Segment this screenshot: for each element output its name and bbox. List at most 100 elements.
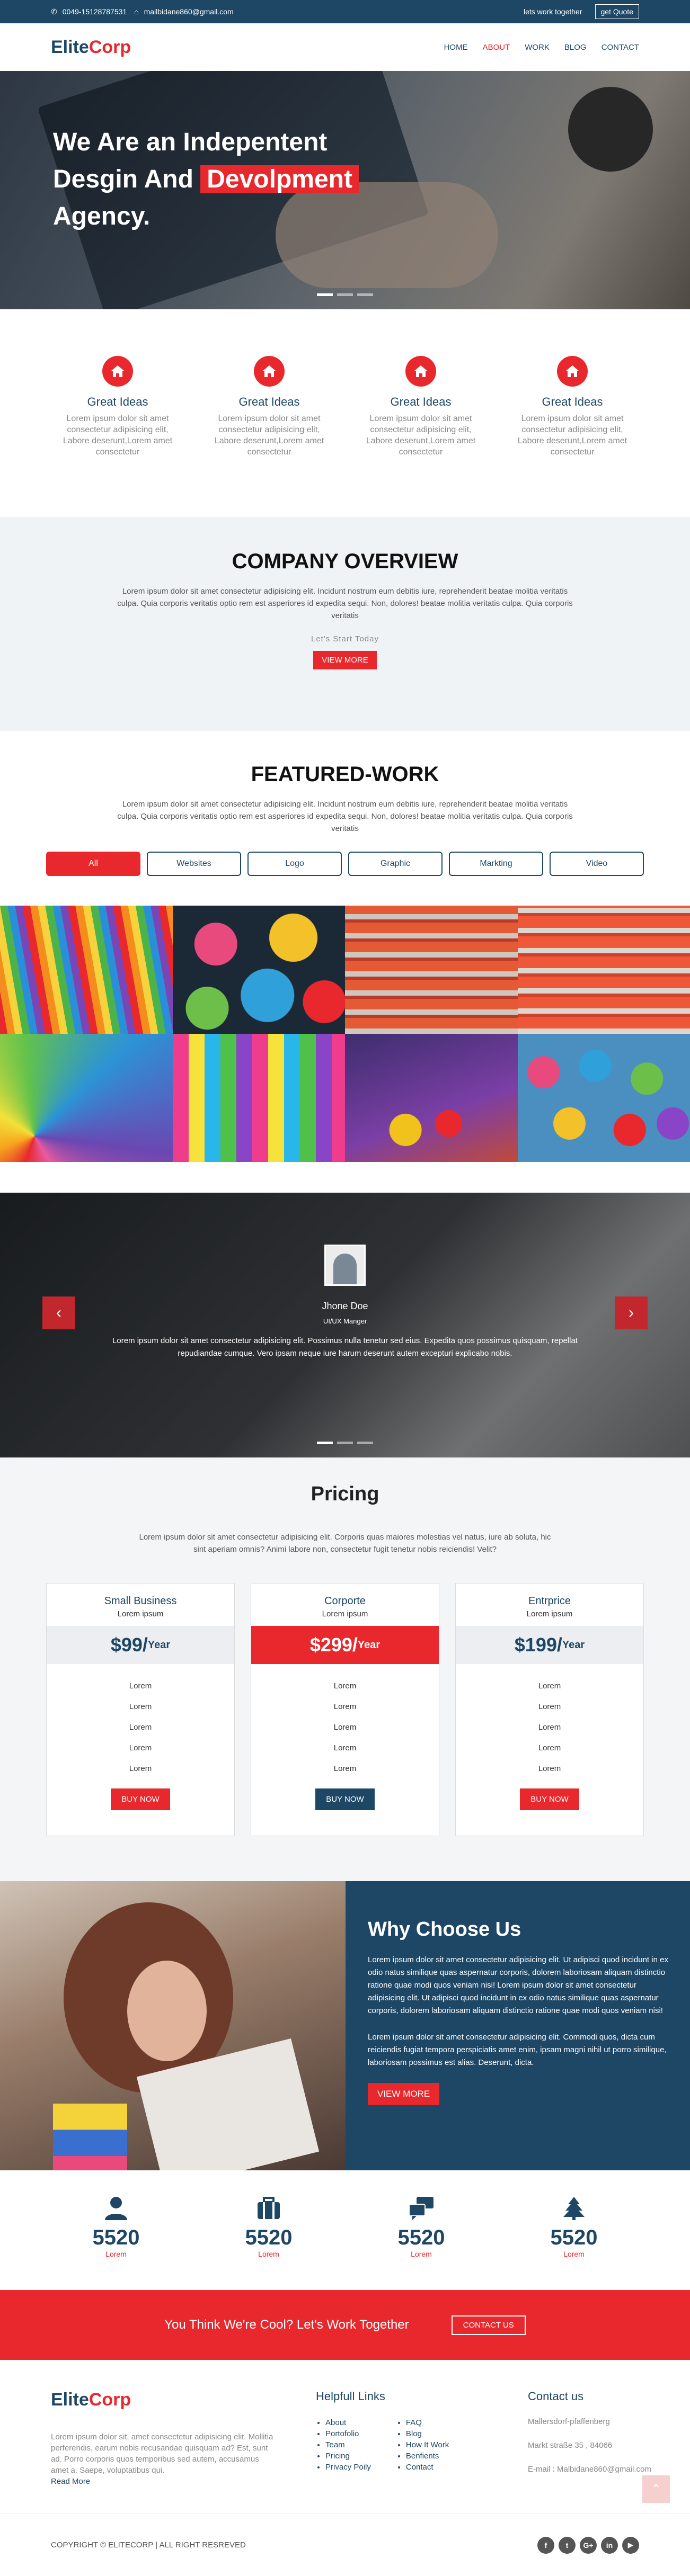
buy-now-button[interactable]: BUY NOW [111, 1788, 170, 1810]
google-plus-icon[interactable]: G+ [580, 2537, 597, 2554]
overview-text: Lorem ipsum dolor sit amet consectetur a… [117, 585, 573, 622]
footer: EliteCorp Lorem ipsum dolor sit, amet co… [0, 2360, 690, 2514]
footer-link[interactable]: About [325, 2417, 371, 2428]
gallery-item[interactable] [0, 1034, 173, 1162]
get-quote-button[interactable]: get Quote [595, 4, 640, 19]
featured-work-section: FEATURED-WORK Lorem ipsum dolor sit amet… [0, 731, 690, 906]
work-together-link[interactable]: lets work together [524, 7, 582, 16]
back-to-top-button[interactable]: ⌃ [642, 2475, 670, 2503]
footer-link[interactable]: Contact [406, 2462, 449, 2473]
gallery-item[interactable] [345, 1034, 518, 1162]
copyright-bar: COPYRIGHT © ELITECORP | ALL RIGHT RESREV… [0, 2514, 690, 2576]
social-links: f t G+ in ▶ [537, 2537, 639, 2554]
pricing-text: Lorem ipsum dolor sit amet consectetur a… [138, 1531, 552, 1555]
youtube-icon[interactable]: ▶ [622, 2537, 639, 2554]
main-nav: EliteCorp HOME ABOUT WORK BLOG CONTACT [0, 23, 690, 71]
filter-websites[interactable]: Websites [147, 852, 241, 876]
footer-address: Mallersdorf-pfaffenberg [528, 2417, 651, 2426]
feature-card: Great IdeasLorem ipsum dolor sit amet co… [514, 356, 631, 517]
footer-link[interactable]: Team [325, 2439, 371, 2450]
gallery-item[interactable] [0, 906, 173, 1034]
features-section: Great IdeasLorem ipsum dolor sit amet co… [0, 309, 690, 517]
buy-now-button[interactable]: BUY NOW [520, 1788, 579, 1810]
footer-link[interactable]: Benfients [406, 2450, 449, 2462]
footer-link[interactable]: Portofolio [325, 2428, 371, 2439]
nav-home[interactable]: HOME [444, 43, 468, 52]
twitter-icon[interactable]: t [559, 2537, 576, 2554]
contact-us-button[interactable]: CONTACT US [452, 2315, 526, 2335]
avatar [324, 1245, 366, 1286]
footer-email[interactable]: E-mail : Malbidane860@gmail.com [528, 2465, 651, 2474]
footer-link[interactable]: Privacy Poily [325, 2462, 371, 2473]
gallery-item[interactable] [173, 1034, 346, 1162]
feature-card: Great IdeasLorem ipsum dolor sit amet co… [362, 356, 480, 517]
logo[interactable]: EliteCorp [51, 37, 131, 58]
nav-blog[interactable]: BLOG [564, 43, 587, 52]
company-overview-section: COMPANY OVERVIEW Lorem ipsum dolor sit a… [0, 517, 690, 731]
stats-counters: 5520Lorem 5520Lorem 5520Lorem 5520Lorem [0, 2170, 690, 2290]
pricing-plan-enterprise: Entrprice Lorem ipsum $199/Year LoremLor… [455, 1583, 644, 1836]
section-title: Pricing [0, 1483, 690, 1506]
hero-headline: We Are an Indepentent Desgin And Devolpm… [53, 124, 359, 235]
footer-about: Lorem ipsum dolor sit, amet consectetur … [51, 2431, 279, 2487]
stat-counter: 5520Lorem [532, 2196, 616, 2290]
plan-price: $99/Year [47, 1626, 234, 1664]
filter-marketing[interactable]: Markting [449, 852, 543, 876]
slider-dot[interactable] [357, 293, 373, 296]
footer-link[interactable]: Pricing [325, 2450, 371, 2462]
artist-image [0, 1881, 346, 2170]
stat-counter: 5520Lorem [226, 2196, 311, 2290]
testimonial-name: Jhone Doe [0, 1301, 690, 1312]
pricing-plan-small-business: Small Business Lorem ipsum $99/Year Lore… [46, 1583, 235, 1836]
email-address[interactable]: mailbidane860@gmail.com [144, 7, 234, 16]
slider-dots[interactable] [317, 1442, 373, 1444]
slider-dots[interactable] [317, 293, 373, 296]
slider-dot[interactable] [337, 293, 353, 296]
why-choose-us-section: Why Choose Us Lorem ipsum dolor sit amet… [0, 1881, 690, 2170]
footer-link[interactable]: How It Work [406, 2439, 449, 2450]
linkedin-icon[interactable]: in [601, 2537, 618, 2554]
slider-dot[interactable] [317, 1442, 333, 1444]
pricing-plan-corporate: Corporte Lorem ipsum $299/Year LoremLore… [251, 1583, 439, 1836]
copyright-text: COPYRIGHT © ELITECORP | ALL RIGHT RESREV… [51, 2541, 246, 2550]
home-icon [557, 356, 588, 387]
filter-video[interactable]: Video [550, 852, 644, 876]
gallery-item[interactable] [518, 1034, 690, 1162]
slider-dot[interactable] [317, 293, 333, 296]
section-title: FEATURED-WORK [0, 763, 690, 786]
nav-contact[interactable]: CONTACT [601, 43, 639, 52]
section-title: COMPANY OVERVIEW [0, 550, 690, 574]
footer-address: Markt straße 35 , 84066 [528, 2441, 651, 2450]
hero-slider: We Are an Indepentent Desgin And Devolpm… [0, 71, 690, 309]
gallery-item[interactable] [518, 906, 690, 1034]
portfolio-filters: All Websites Logo Graphic Markting Video [0, 852, 690, 876]
briefcase-icon [256, 2196, 281, 2220]
view-more-button[interactable]: VIEW MORE [368, 2083, 439, 2105]
phone-icon: ✆ [51, 7, 57, 16]
pricing-section: Pricing Lorem ipsum dolor sit amet conse… [0, 1457, 690, 1881]
filter-logo[interactable]: Logo [247, 852, 342, 876]
slider-dot[interactable] [357, 1442, 373, 1444]
facebook-icon[interactable]: f [537, 2537, 554, 2554]
phone-number[interactable]: 0049-15128787531 [63, 7, 127, 16]
why-paragraph: Lorem ipsum dolor sit amet consectetur a… [368, 1954, 669, 2017]
top-bar: ✆0049-15128787531 ⌂mailbidane860@gmail.c… [0, 0, 690, 23]
testimonial-text: Lorem ipsum dolor sit amet consectetur a… [112, 1335, 578, 1360]
footer-logo[interactable]: EliteCorp [51, 2390, 284, 2410]
read-more-link[interactable]: Read More [51, 2477, 90, 2486]
testimonial-slider: ‹ › Jhone Doe UI/UX Manger Lorem ipsum d… [0, 1193, 690, 1457]
slider-dot[interactable] [337, 1442, 353, 1444]
home-icon [254, 356, 285, 387]
footer-link[interactable]: Blog [406, 2428, 449, 2439]
footer-link[interactable]: FAQ [406, 2417, 449, 2428]
filter-all[interactable]: All [46, 852, 140, 876]
view-more-button[interactable]: VIEW MORE [313, 651, 377, 669]
buy-now-button[interactable]: BUY NOW [315, 1788, 374, 1810]
user-icon [104, 2196, 128, 2220]
nav-about[interactable]: ABOUT [483, 43, 510, 52]
nav-work[interactable]: WORK [525, 43, 550, 52]
gallery-item[interactable] [345, 906, 518, 1034]
gallery-item[interactable] [173, 906, 346, 1034]
filter-graphic[interactable]: Graphic [348, 852, 443, 876]
chat-icon [408, 2196, 435, 2220]
